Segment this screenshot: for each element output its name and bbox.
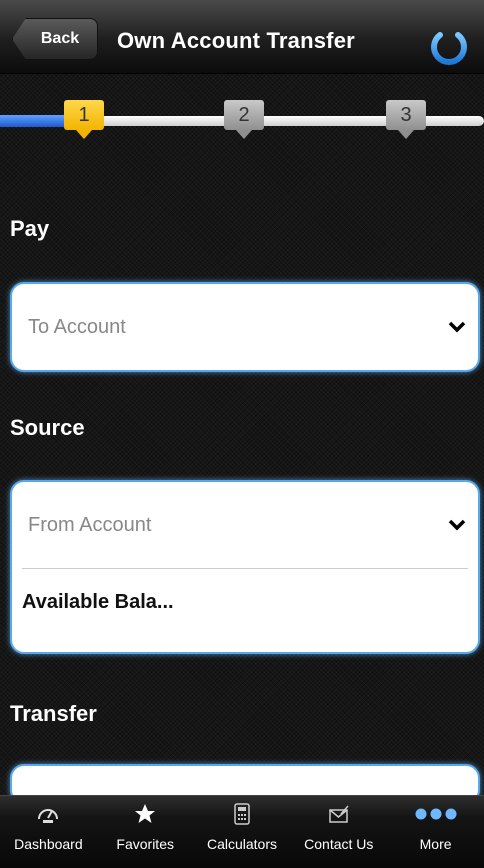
pay-label: Pay — [10, 216, 50, 241]
tab-more[interactable]: More — [387, 796, 484, 868]
power-icon[interactable] — [426, 22, 472, 68]
step-3: 3 — [386, 100, 426, 139]
step-1: 1 — [64, 100, 104, 139]
tab-calculators[interactable]: Calculators — [194, 796, 291, 868]
source-label: Source — [10, 415, 85, 440]
source-card: From Account Available Bala... — [10, 480, 480, 654]
tab-dashboard[interactable]: Dashboard — [0, 796, 97, 868]
from-account-select[interactable]: From Account — [12, 482, 478, 568]
tab-label: More — [419, 836, 452, 852]
transfer-label: Transfer — [10, 701, 97, 726]
star-icon — [134, 802, 156, 826]
calculator-icon — [234, 802, 250, 826]
page-title: Own Account Transfer — [117, 28, 355, 53]
tab-label: Contact Us — [304, 836, 374, 852]
more-dots-icon — [414, 802, 458, 826]
to-account-select[interactable]: To Account — [10, 282, 480, 372]
chevron-down-icon — [448, 321, 466, 333]
back-button-label: Back — [40, 30, 80, 47]
tab-label: Favorites — [116, 836, 174, 852]
gauge-icon — [36, 802, 60, 826]
tab-label: Calculators — [206, 836, 277, 852]
chevron-down-icon — [448, 519, 466, 531]
tab-contact-us[interactable]: Contact Us — [290, 796, 387, 868]
step-progress: 1 2 3 — [0, 96, 484, 146]
progress-fill — [0, 115, 70, 127]
tab-favorites[interactable]: Favorites — [97, 796, 194, 868]
envelope-icon — [328, 802, 350, 826]
header-bar: Back Own Account Transfer — [0, 0, 484, 74]
step-2: 2 — [224, 100, 264, 139]
from-account-value: From Account — [28, 513, 152, 536]
available-balance-label: Available Bala... — [22, 591, 174, 613]
to-account-value: To Account — [28, 315, 126, 338]
tab-label: Dashboard — [14, 836, 83, 852]
back-button[interactable]: Back — [12, 18, 98, 60]
tab-bar: Dashboard Favorites Calculators Contact … — [0, 795, 484, 868]
